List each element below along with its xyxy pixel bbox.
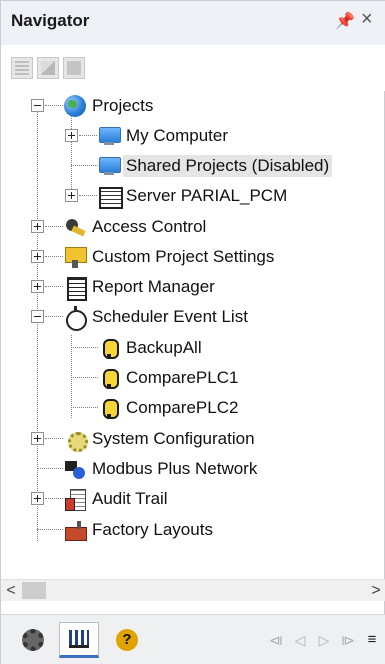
computer-icon: [98, 125, 121, 147]
next-page-icon[interactable]: ▷: [312, 627, 336, 653]
scheduled-event-icon: [98, 367, 120, 389]
menu-icon[interactable]: ≡: [360, 627, 384, 653]
tree-line: [45, 105, 63, 106]
toolbar: [1, 45, 385, 91]
globe-icon: [64, 95, 86, 117]
tree-node-compareplc1[interactable]: ComparePLC1: [98, 365, 238, 391]
tree-node-my-computer[interactable]: My Computer: [98, 123, 228, 149]
tree-node-label: Modbus Plus Network: [92, 459, 258, 478]
audit-icon: [64, 488, 86, 511]
tree-node-modbus-plus-network[interactable]: Modbus Plus Network: [64, 456, 257, 482]
tree-line: [79, 195, 97, 196]
bottom-tab-bar: ? ⧏ ◁ ▷ ⧐ ≡: [1, 614, 385, 664]
tree-line: [45, 498, 63, 499]
tree-node-label: Projects: [92, 96, 154, 115]
tree-line: [71, 113, 72, 199]
tree-node-factory-layouts[interactable]: Factory Layouts: [64, 517, 213, 543]
computer-icon: [98, 155, 121, 177]
tree-node-report-manager[interactable]: Report Manager: [64, 274, 215, 301]
scroll-right-icon[interactable]: >: [366, 580, 385, 602]
tree-node-audit-trail[interactable]: Audit Trail: [64, 486, 168, 512]
tree-node-compareplc2[interactable]: ComparePLC2: [98, 395, 238, 421]
tree-node-access-control[interactable]: Access Control: [64, 214, 206, 240]
library-books-icon: [69, 630, 89, 648]
tree-line: [71, 347, 98, 348]
tree-node-system-configuration[interactable]: System Configuration: [64, 426, 255, 452]
tree-node-label: ComparePLC2: [126, 398, 239, 417]
tree-node-label: Custom Project Settings: [92, 247, 275, 266]
first-page-icon[interactable]: ⧏: [264, 627, 288, 653]
tree-line: [45, 226, 63, 227]
report-icon: [64, 276, 87, 301]
network-icon: [64, 458, 86, 480]
tree-line: [45, 438, 63, 439]
tree-line: [71, 407, 98, 408]
help-icon: ?: [116, 629, 138, 651]
title-bar: Navigator 📌 ×: [1, 1, 385, 45]
tree-node-label: Factory Layouts: [92, 520, 213, 539]
stopwatch-icon: [64, 306, 87, 331]
panel-title: Navigator: [11, 11, 90, 30]
tree-node-label: Server PARIAL_PCM: [126, 186, 288, 205]
tree-line: [45, 256, 63, 257]
settings-gear-icon: [22, 629, 44, 651]
tree-line: [71, 377, 98, 378]
tree-line: [45, 286, 63, 287]
server-icon: [98, 185, 123, 209]
tree-node-label: Report Manager: [92, 277, 215, 296]
collapse-scheduler-toggle[interactable]: [31, 310, 44, 323]
expand-audit-trail-toggle[interactable]: [31, 492, 44, 505]
grid-view-icon[interactable]: [11, 57, 33, 79]
scheduled-event-icon: [98, 337, 120, 359]
tree-node-label: Shared Projects (Disabled): [123, 155, 333, 177]
scroll-thumb[interactable]: [22, 582, 46, 599]
detail-view-icon[interactable]: [37, 57, 59, 79]
pin-icon[interactable]: 📌: [335, 11, 355, 31]
tab-settings[interactable]: [13, 622, 53, 658]
navigator-tree: Projects My Computer Shared Projects (Di…: [1, 91, 385, 571]
tab-library[interactable]: [59, 622, 99, 658]
fill-view-icon[interactable]: [63, 57, 85, 79]
tree-line: [45, 316, 63, 317]
navigator-panel: Navigator 📌 × Projects My Computer Share…: [0, 0, 385, 664]
tree-node-scheduler-event-list[interactable]: Scheduler Event List: [64, 304, 248, 331]
horizontal-scrollbar[interactable]: < >: [1, 579, 385, 601]
tree-node-label: BackupAll: [126, 338, 202, 357]
tree-node-server[interactable]: Server PARIAL_PCM: [98, 183, 287, 209]
tree-node-label: Access Control: [92, 217, 207, 236]
expand-server-toggle[interactable]: [65, 189, 78, 202]
gears-icon: [64, 428, 88, 452]
tree-line: [79, 135, 97, 136]
tree-node-label: Audit Trail: [92, 489, 168, 508]
last-page-icon[interactable]: ⧐: [336, 627, 360, 653]
tree-node-label: ComparePLC1: [126, 368, 239, 387]
tab-help[interactable]: ?: [107, 622, 147, 658]
expand-custom-settings-toggle[interactable]: [31, 250, 44, 263]
collapse-projects-toggle[interactable]: [31, 99, 44, 112]
tree-node-custom-project-settings[interactable]: Custom Project Settings: [64, 244, 274, 270]
expand-report-manager-toggle[interactable]: [31, 280, 44, 293]
tree-line: [71, 165, 98, 166]
expand-my-computer-toggle[interactable]: [65, 129, 78, 142]
tree-node-shared-projects[interactable]: Shared Projects (Disabled): [98, 153, 333, 179]
tree-node-backupall[interactable]: BackupAll: [98, 335, 202, 361]
settings-board-icon: [64, 246, 87, 268]
scheduled-event-icon: [98, 397, 120, 419]
tree-node-projects[interactable]: Projects: [64, 93, 153, 119]
tree-node-label: My Computer: [126, 126, 229, 145]
tree-node-label: Scheduler Event List: [92, 307, 248, 326]
factory-icon: [64, 519, 87, 541]
close-icon[interactable]: ×: [361, 8, 381, 30]
previous-page-icon[interactable]: ◁: [288, 627, 312, 653]
tree-line: [37, 529, 63, 530]
expand-system-configuration-toggle[interactable]: [31, 432, 44, 445]
expand-access-control-toggle[interactable]: [31, 220, 44, 233]
tree-node-label: System Configuration: [92, 429, 255, 448]
key-icon: [64, 216, 86, 238]
tree-line: [37, 468, 63, 469]
scroll-left-icon[interactable]: <: [1, 580, 21, 602]
